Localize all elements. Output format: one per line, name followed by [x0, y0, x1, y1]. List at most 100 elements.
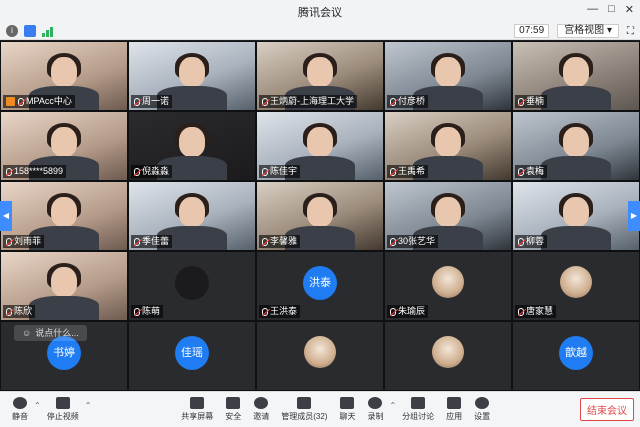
participant-tile[interactable]: 倪淼淼 — [129, 112, 255, 180]
microphone-muted-icon — [6, 167, 12, 176]
microphone-muted-icon — [6, 237, 12, 246]
microphone-muted-icon — [134, 97, 140, 106]
participant-tile[interactable]: 李馨雅 — [257, 182, 383, 250]
microphone-muted-icon — [390, 97, 396, 106]
microphone-muted-icon — [262, 97, 268, 106]
mute-options-chevron-icon[interactable]: ⌃ — [34, 401, 41, 410]
participant-nametag: 周一诺 — [131, 95, 173, 108]
participant-tile[interactable]: 佳瑶 — [129, 322, 255, 390]
microphone-muted-icon — [134, 167, 140, 176]
shield-icon[interactable] — [24, 25, 36, 37]
participant-name: 垂楠 — [526, 96, 545, 106]
participant-tile[interactable]: 王炳蔚-上海理工大学 — [257, 42, 383, 110]
video-button[interactable]: 停止视频 — [41, 393, 85, 427]
video-label: 停止视频 — [46, 412, 79, 421]
fullscreen-icon[interactable]: ⛶ — [627, 26, 634, 37]
record-options-chevron-icon[interactable]: ⌃ — [389, 401, 396, 410]
share-label: 共享屏幕 — [181, 412, 214, 421]
apps-label: 应用 — [446, 412, 463, 421]
participant-nametag: 王洪泰 — [259, 305, 301, 318]
microphone-muted-icon — [134, 307, 140, 316]
apps-button[interactable]: 应用 — [440, 393, 468, 427]
breakout-button[interactable]: 分组讨论 — [396, 393, 440, 427]
apps-grid-icon — [447, 397, 462, 409]
breakout-icon — [411, 397, 426, 409]
participant-tile[interactable]: 刘雨菲 — [1, 182, 127, 250]
view-mode-dropdown[interactable]: 宫格视图 ▾ — [557, 24, 619, 38]
participant-face — [563, 56, 589, 87]
participant-name: 王洪泰 — [270, 306, 298, 316]
participant-tile[interactable]: 王禹希 — [385, 112, 511, 180]
microphone-muted-icon — [262, 237, 268, 246]
meeting-timer: 07:59 — [514, 24, 550, 38]
participant-name: 唐家慧 — [526, 306, 554, 316]
chat-placeholder: 说点什么... — [35, 328, 79, 338]
participant-tile[interactable]: 陈欣 — [1, 252, 127, 320]
participant-tile[interactable]: 朱瑜辰 — [385, 252, 511, 320]
mute-label: 静音 — [12, 412, 28, 421]
participant-tile[interactable]: MPAcc中心 — [1, 42, 127, 110]
participant-face — [51, 126, 77, 157]
close-icon[interactable]: ✕ — [625, 3, 634, 16]
avatar — [432, 336, 464, 368]
settings-button[interactable]: 设置 — [468, 393, 496, 427]
participant-tile[interactable]: 付彦桥 — [385, 42, 511, 110]
video-options-chevron-icon[interactable]: ⌃ — [85, 401, 92, 410]
participant-tile[interactable]: 袁梅 — [513, 112, 639, 180]
participant-tile[interactable]: 30张艺华 — [385, 182, 511, 250]
participant-name: 倪淼淼 — [142, 166, 170, 176]
end-meeting-button[interactable]: 结束会议 — [580, 398, 634, 421]
participant-name: 王禹希 — [398, 166, 426, 176]
share-screen-button[interactable]: 共享屏幕 — [175, 393, 219, 427]
participant-tile[interactable]: 柳蓉 — [513, 182, 639, 250]
participant-tile[interactable]: 季佳蕾 — [129, 182, 255, 250]
page-left-arrow[interactable]: ◀ — [0, 201, 12, 231]
minimize-icon[interactable]: — — [587, 3, 598, 16]
chat-input[interactable]: ☺ 说点什么... — [14, 325, 87, 341]
microphone-muted-icon — [390, 237, 396, 246]
participant-name: 陈萌 — [142, 306, 161, 316]
window-controls: — □ ✕ — [587, 3, 634, 16]
chat-button[interactable]: 聊天 — [333, 393, 361, 427]
participant-tile[interactable] — [385, 322, 511, 390]
participant-tile[interactable]: 周一诺 — [129, 42, 255, 110]
participant-tile[interactable]: 唐家慧 — [513, 252, 639, 320]
avatar: 书婷 — [47, 336, 81, 370]
participant-tile[interactable]: 洪泰 王洪泰 — [257, 252, 383, 320]
microphone-muted-icon — [390, 167, 396, 176]
participant-nametag: 付彦桥 — [387, 95, 429, 108]
participant-face — [435, 126, 461, 157]
record-label: 录制 — [367, 412, 384, 421]
microphone-muted-icon — [18, 97, 24, 106]
participant-nametag: 季佳蕾 — [131, 235, 173, 248]
participant-tile[interactable]: 陈佳宇 — [257, 112, 383, 180]
participant-tile[interactable]: 陈萌 — [129, 252, 255, 320]
participant-face — [563, 196, 589, 227]
record-button[interactable]: 录制 — [361, 393, 389, 427]
participant-nametag: MPAcc中心 — [3, 95, 75, 108]
info-icon[interactable]: i — [6, 25, 18, 37]
participant-face — [179, 126, 205, 157]
page-right-arrow[interactable]: ▶ — [628, 201, 640, 231]
participant-face — [435, 56, 461, 87]
participant-tile[interactable] — [257, 322, 383, 390]
microphone-muted-icon — [134, 237, 140, 246]
participant-nametag: 陈萌 — [131, 305, 164, 318]
participant-nametag: 柳蓉 — [515, 235, 548, 248]
participant-tile[interactable]: 歆越 — [513, 322, 639, 390]
microphone-muted-icon — [518, 237, 524, 246]
maximize-icon[interactable]: □ — [608, 3, 615, 16]
participant-nametag: 王炳蔚-上海理工大学 — [259, 95, 357, 108]
security-button[interactable]: 安全 — [219, 393, 247, 427]
invite-button[interactable]: 邀请 — [247, 393, 275, 427]
participant-name: 王炳蔚-上海理工大学 — [270, 96, 354, 106]
members-label: 管理成员(32) — [281, 412, 328, 421]
microphone-muted-icon — [390, 307, 396, 316]
mute-button[interactable]: 静音 — [6, 393, 34, 427]
participant-tile[interactable]: 垂楠 — [513, 42, 639, 110]
avatar — [432, 266, 464, 298]
manage-members-button[interactable]: 管理成员(32) — [275, 393, 333, 427]
participant-nametag: 李馨雅 — [259, 235, 301, 248]
signal-icon[interactable] — [42, 25, 56, 37]
participant-tile[interactable]: 158****5899 — [1, 112, 127, 180]
